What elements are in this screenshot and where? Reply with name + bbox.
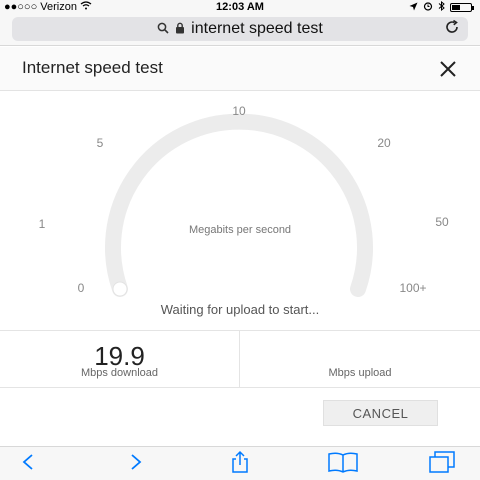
bluetooth-icon xyxy=(438,0,445,14)
back-icon xyxy=(21,453,35,476)
lock-icon xyxy=(175,22,185,37)
upload-result: Mbps upload xyxy=(240,331,480,387)
forward-button[interactable] xyxy=(118,451,154,477)
gauge-tick-label: 50 xyxy=(435,215,449,229)
download-label: Mbps download xyxy=(80,367,159,379)
gauge-unit-label: Megabits per second xyxy=(189,224,291,236)
card-header: Internet speed test xyxy=(0,47,480,91)
gauge-tick-label: 5 xyxy=(97,136,104,150)
gauge-tick-label: 20 xyxy=(377,136,391,150)
battery-icon xyxy=(450,3,474,12)
tabs-icon xyxy=(428,450,456,479)
gauge-tick-label: 1 xyxy=(39,217,46,231)
close-button[interactable] xyxy=(438,53,458,86)
close-icon xyxy=(438,58,458,85)
gauge-track xyxy=(105,113,373,297)
location-icon xyxy=(409,2,418,14)
status-time: 12:03 AM xyxy=(216,1,264,13)
browser-top-bar: internet speed test xyxy=(0,14,480,46)
status-icons xyxy=(409,0,474,14)
share-button[interactable] xyxy=(222,450,258,479)
tabs-button[interactable] xyxy=(424,450,460,479)
gauge-needle-dot xyxy=(112,281,128,297)
card-title: Internet speed test xyxy=(22,58,163,77)
download-result: 19.9 Mbps download xyxy=(0,331,240,387)
address-bar[interactable]: internet speed test xyxy=(12,17,468,41)
bookmarks-icon xyxy=(327,451,359,478)
gauge-tick-label: 100+ xyxy=(399,281,426,295)
reload-icon[interactable] xyxy=(444,19,460,40)
browser-toolbar xyxy=(0,446,480,480)
forward-icon xyxy=(129,453,143,476)
gauge-tick-label: 10 xyxy=(232,104,246,118)
speed-gauge: 0 1 5 10 20 50 100+ Megabits per second xyxy=(39,104,449,297)
results-panel: 19.9 Mbps download Mbps upload xyxy=(0,330,480,388)
test-status-text: Waiting for upload to start... xyxy=(160,302,320,317)
gauge-tick-label: 0 xyxy=(78,281,85,295)
back-button[interactable] xyxy=(10,451,46,477)
cancel-button[interactable]: CANCEL xyxy=(323,400,438,426)
upload-label: Mbps upload xyxy=(328,367,392,379)
address-content: internet speed test xyxy=(12,20,468,38)
bookmarks-button[interactable] xyxy=(325,451,361,477)
alarm-icon xyxy=(423,1,433,14)
status-bar: ●●○○○ Verizon 12:03 AM xyxy=(0,0,480,14)
share-icon xyxy=(228,450,252,479)
search-icon xyxy=(157,22,169,37)
address-query: internet speed test xyxy=(191,20,323,37)
